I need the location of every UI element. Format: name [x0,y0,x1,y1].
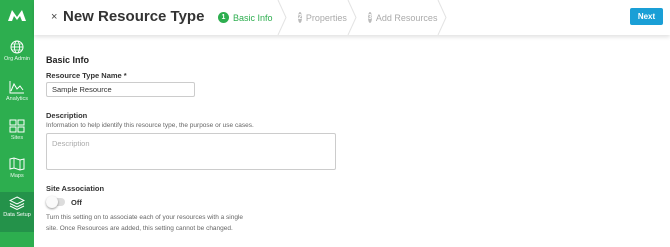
step-label: Add Resources [375,12,438,23]
description-hint: Information to help identify this resour… [46,122,254,129]
sidebar-item-data-setup[interactable]: Data Setup [0,192,34,232]
site-association-hint-line-2: site. Once Resources are added, this set… [46,225,233,232]
site-association-hint-line-1: Turn this setting on to associate each o… [46,214,244,221]
sidebar: Org Admin Analytics Sites Maps Data Setu… [0,0,34,247]
step-number: 1 [218,12,229,23]
close-icon[interactable]: × [51,11,57,23]
sites-grid-icon [9,119,25,133]
site-association-toggle[interactable] [46,196,65,208]
description-label: Description [46,111,88,120]
site-association-label: Site Association [46,184,105,193]
step-separator-icon [437,0,447,35]
description-textarea[interactable]: Description [46,133,336,170]
sidebar-item-label: Sites [10,135,24,141]
step-label: Basic Info [233,12,273,23]
sidebar-item-org-admin[interactable]: Org Admin [0,40,34,78]
logo-mark-icon [8,10,26,21]
step-basic-info[interactable]: 1 Basic Info [206,0,287,35]
sidebar-item-label: Data Setup [3,212,31,218]
section-title: Basic Info [46,55,90,65]
resource-type-name-input[interactable]: Sample Resource [46,82,195,97]
toggle-state-label: Off [71,198,82,207]
wizard-steps: 1 Basic Info 2 Properties 3 Add Resource… [206,0,447,35]
map-icon [9,157,25,171]
chart-line-icon [9,81,24,94]
step-number: 3 [368,12,372,23]
toggle-knob [46,196,58,208]
sidebar-item-label: Analytics [5,96,28,102]
resource-type-name-label: Resource Type Name * [46,71,127,80]
sidebar-item-analytics[interactable]: Analytics [0,80,34,118]
step-number: 2 [298,12,302,23]
sidebar-item-sites[interactable]: Sites [0,119,34,157]
app-logo[interactable] [0,0,34,30]
globe-icon [10,40,24,54]
step-add-resources[interactable]: 3 Add Resources [356,0,447,35]
step-properties[interactable]: 2 Properties [286,0,357,35]
layers-icon [9,196,25,210]
sidebar-item-maps[interactable]: Maps [0,157,34,195]
page-title: New Resource Type [63,8,205,25]
sidebar-item-label: Maps [10,173,24,179]
step-label: Properties [305,12,347,23]
sidebar-item-label: Org Admin [4,56,30,62]
next-button[interactable]: Next [630,8,663,25]
